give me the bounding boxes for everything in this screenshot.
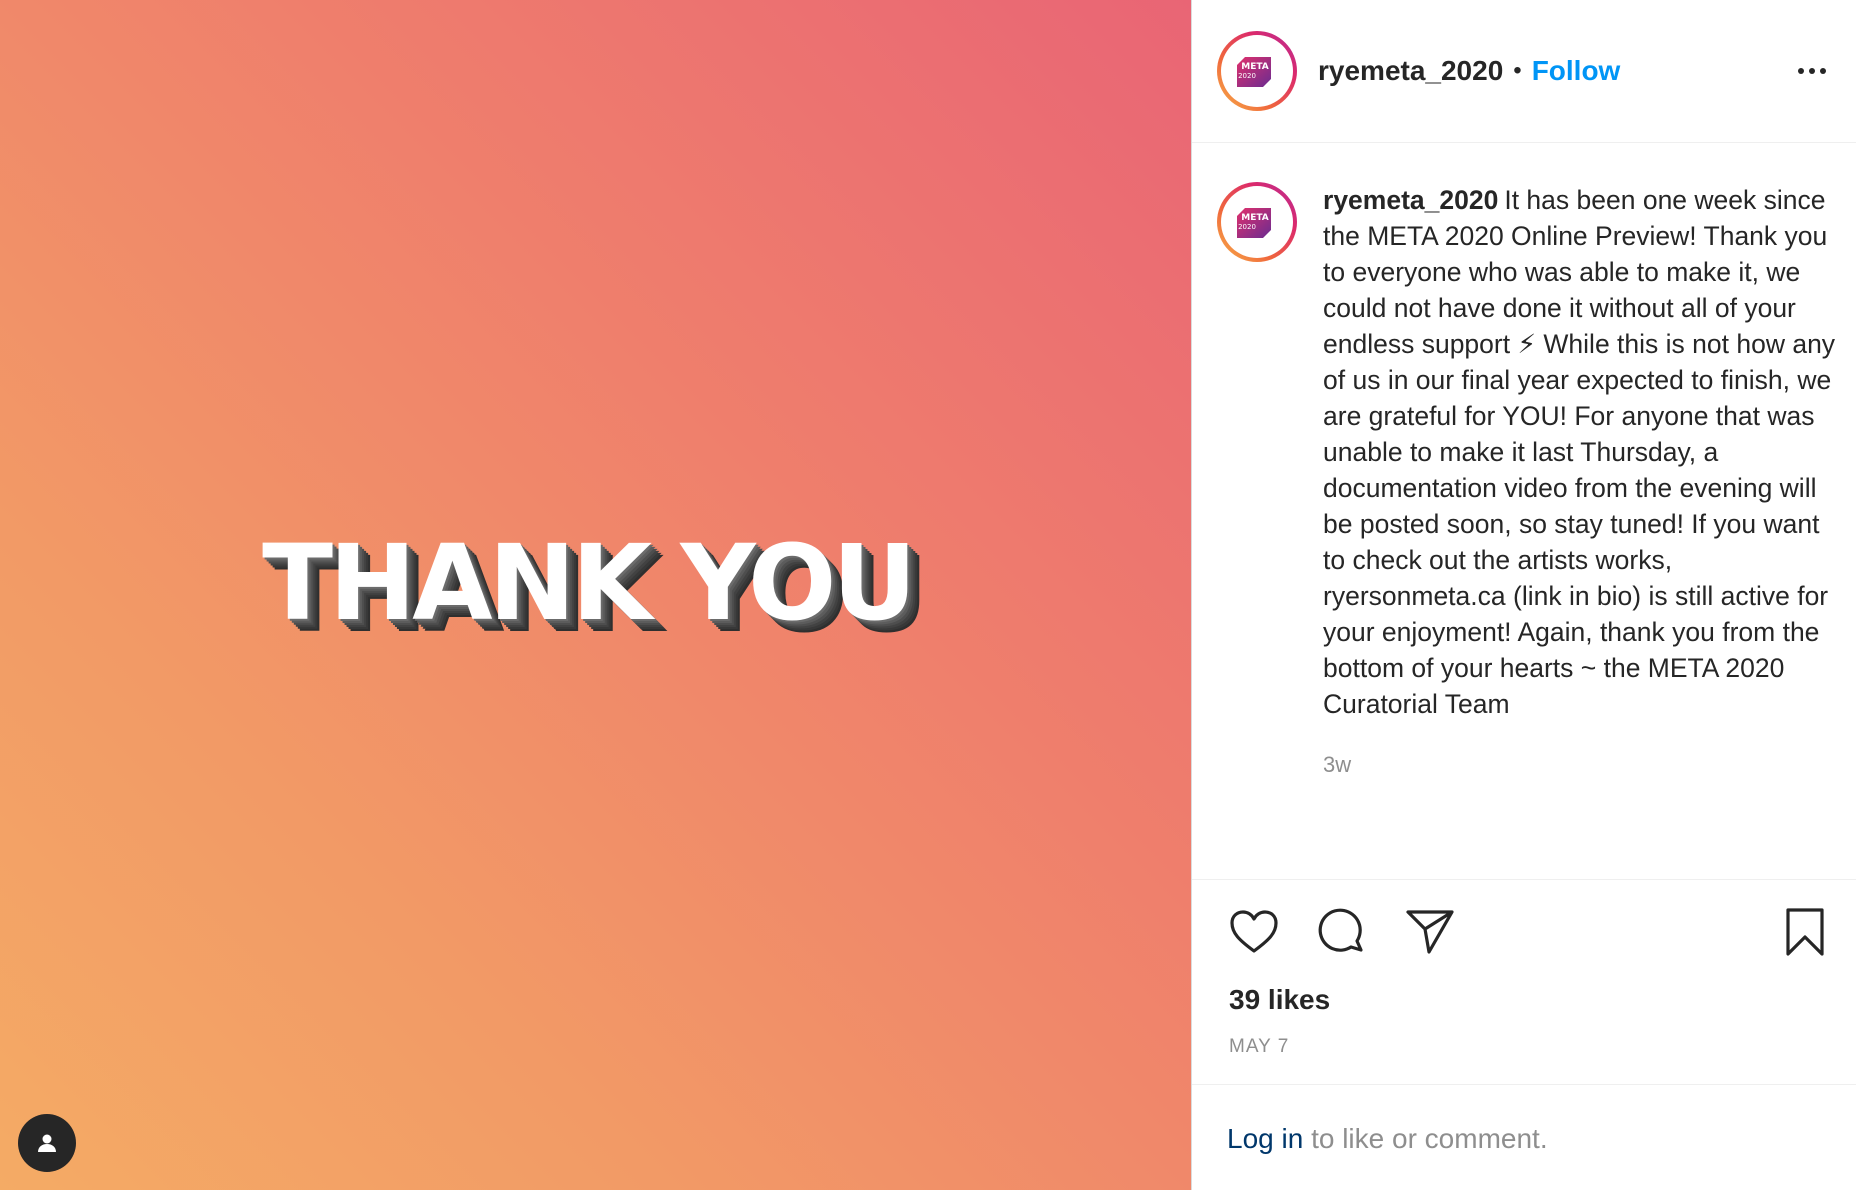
svg-text:2020: 2020 (1238, 223, 1256, 231)
instagram-post: THANK YOU META 2020 ryemeta_2020 • Follo… (0, 0, 1856, 1190)
bookmark-icon[interactable] (1778, 905, 1832, 959)
post-header: META 2020 ryemeta_2020 • Follow (1192, 0, 1856, 143)
user-tag-button[interactable] (18, 1114, 76, 1172)
avatar[interactable]: META 2020 (1217, 31, 1297, 111)
action-bar (1192, 880, 1856, 984)
login-prompt: Log in to like or comment. (1192, 1084, 1856, 1190)
login-prompt-text: to like or comment. (1303, 1123, 1548, 1154)
paper-plane-icon[interactable] (1403, 905, 1457, 959)
person-icon (38, 1134, 56, 1152)
header-separator: • (1513, 57, 1522, 84)
svg-text:2020: 2020 (1238, 72, 1256, 80)
thank-you-headline: THANK YOU (262, 522, 917, 644)
meta-2020-logo: META 2020 (1237, 57, 1271, 87)
comment-icon[interactable] (1315, 905, 1369, 959)
heart-icon[interactable] (1227, 905, 1281, 959)
login-link[interactable]: Log in (1227, 1123, 1303, 1154)
caption-text: It has been one week since the META 2020… (1323, 185, 1836, 719)
post-caption: ryemeta_2020 It has been one week since t… (1323, 182, 1836, 722)
meta-2020-logo: META 2020 (1237, 208, 1271, 238)
like-count[interactable]: 39 likes (1192, 984, 1856, 1016)
caption-section: META 2020 ryemeta_2020 It has been one we… (1192, 143, 1856, 880)
svg-text:META: META (1241, 62, 1269, 72)
post-side-panel: META 2020 ryemeta_2020 • Follow META 202… (1191, 0, 1856, 1190)
header-username[interactable]: ryemeta_2020 (1318, 55, 1503, 87)
more-options-icon[interactable] (1798, 68, 1826, 74)
caption-username[interactable]: ryemeta_2020 (1323, 185, 1498, 215)
post-age[interactable]: 3w (1323, 752, 1836, 778)
caption-avatar[interactable]: META 2020 (1217, 182, 1297, 262)
svg-text:META: META (1241, 213, 1269, 223)
post-date: MAY 7 (1229, 1036, 1290, 1057)
follow-button[interactable]: Follow (1532, 55, 1621, 87)
post-image[interactable]: THANK YOU (0, 0, 1191, 1190)
